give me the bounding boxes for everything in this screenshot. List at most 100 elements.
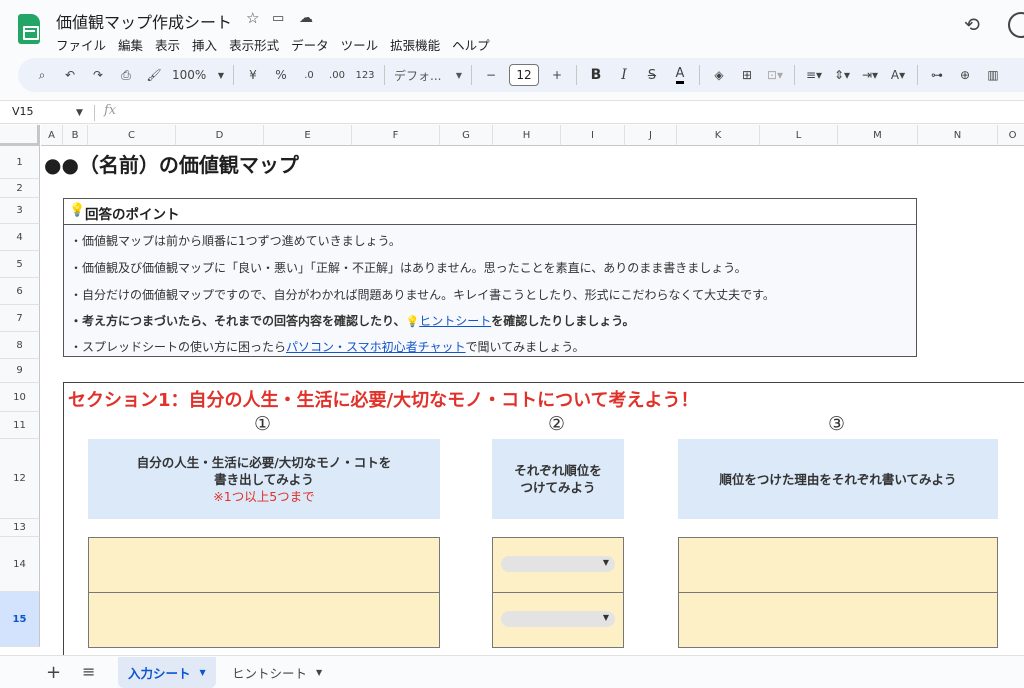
column-header[interactable]: M: [838, 125, 918, 146]
lightbulb-icon: 💡: [69, 203, 86, 218]
row-header[interactable]: 3: [0, 198, 40, 224]
merge-cells-icon[interactable]: ⊡▾: [761, 62, 789, 88]
row-header[interactable]: 9: [0, 359, 40, 383]
answer-points-box: 💡 回答のポイント ・価値観マップは前から順番に1つずつ進めていきましょう。 ・…: [63, 198, 917, 357]
insert-link-icon[interactable]: ⊶: [923, 62, 951, 88]
search-menus-icon[interactable]: ⌕: [28, 62, 56, 88]
column-header[interactable]: A: [41, 125, 63, 146]
row-header[interactable]: 4: [0, 224, 40, 251]
insert-chart-icon[interactable]: ▥: [979, 62, 1007, 88]
reason-cell[interactable]: [678, 592, 998, 648]
zoom-select[interactable]: 100% ▼: [168, 62, 228, 88]
row-header[interactable]: 14: [0, 537, 40, 592]
account-avatar-icon[interactable]: [1008, 12, 1024, 38]
chevron-down-icon[interactable]: ▼: [76, 108, 83, 118]
percent-format-button[interactable]: %: [267, 62, 295, 88]
column-header[interactable]: C: [88, 125, 176, 146]
font-family-select[interactable]: デフォ... ▼: [390, 62, 466, 88]
font-size-input[interactable]: 12: [509, 64, 539, 86]
increase-decimal-button[interactable]: .00: [323, 62, 351, 88]
select-all-corner[interactable]: [0, 125, 40, 146]
increase-font-size-button[interactable]: +: [543, 62, 571, 88]
menu-insert[interactable]: 挿入: [186, 33, 223, 56]
cloud-status-icon[interactable]: ☁: [299, 10, 313, 26]
column-header[interactable]: L: [760, 125, 838, 146]
row-header[interactable]: 5: [0, 251, 40, 278]
row-header[interactable]: 12: [0, 439, 40, 519]
column-header[interactable]: D: [176, 125, 264, 146]
rank-cell[interactable]: [492, 537, 624, 593]
beginner-chat-link[interactable]: パソコン・スマホ初心者チャット: [286, 340, 466, 354]
row-header[interactable]: 7: [0, 305, 40, 332]
chevron-down-icon[interactable]: ▼: [200, 668, 206, 677]
all-sheets-menu-icon[interactable]: ≡: [82, 662, 95, 681]
history-icon[interactable]: ⟲: [964, 14, 986, 36]
text-rotation-icon[interactable]: A▾: [884, 62, 912, 88]
column-header[interactable]: N: [918, 125, 998, 146]
fill-color-icon[interactable]: ◈: [705, 62, 733, 88]
insert-comment-icon[interactable]: ⊕: [951, 62, 979, 88]
tab-hint-sheet[interactable]: ヒントシート ▼: [222, 657, 332, 688]
row-header[interactable]: 6: [0, 278, 40, 305]
menu-help[interactable]: ヘルプ: [446, 33, 496, 56]
sheet-content[interactable]: ●●（名前）の価値観マップ 💡 回答のポイント ・価値観マップは前から順番に1つ…: [41, 146, 1024, 655]
rank-cell[interactable]: [492, 592, 624, 648]
row-header[interactable]: 2: [0, 179, 40, 198]
print-icon[interactable]: ⎙: [112, 62, 140, 88]
borders-icon[interactable]: ⊞: [733, 62, 761, 88]
row-header-selected[interactable]: 15: [0, 592, 40, 647]
text-wrapping-icon[interactable]: ⇥▾: [856, 62, 884, 88]
folder-move-icon[interactable]: ▭: [272, 11, 284, 26]
menu-format[interactable]: 表示形式: [223, 33, 285, 56]
column-header[interactable]: K: [677, 125, 760, 146]
column-header[interactable]: E: [264, 125, 352, 146]
vertical-align-icon[interactable]: ⇕▾: [828, 62, 856, 88]
row-header[interactable]: 11: [0, 412, 40, 439]
undo-icon[interactable]: ↶: [56, 62, 84, 88]
answer-cell-item[interactable]: [88, 592, 440, 648]
menu-file[interactable]: ファイル: [50, 33, 112, 56]
add-sheet-icon[interactable]: +: [46, 662, 61, 683]
row-header[interactable]: 10: [0, 383, 40, 412]
horizontal-align-icon[interactable]: ≡▾: [800, 62, 828, 88]
column-header[interactable]: O: [998, 125, 1024, 146]
paint-format-icon[interactable]: 🖌: [140, 62, 168, 88]
document-title[interactable]: 価値観マップ作成シート: [56, 9, 232, 33]
column-header[interactable]: J: [625, 125, 677, 146]
tab-input-sheet[interactable]: 入力シート ▼: [118, 657, 216, 688]
sheets-logo-icon[interactable]: [18, 14, 40, 44]
row-header[interactable]: 1: [0, 146, 40, 179]
currency-format-button[interactable]: ¥: [239, 62, 267, 88]
name-box[interactable]: V15: [12, 105, 82, 118]
column-header[interactable]: G: [440, 125, 493, 146]
decrease-font-size-button[interactable]: −: [477, 62, 505, 88]
row-header[interactable]: 13: [0, 519, 40, 537]
star-icon[interactable]: ☆: [246, 9, 259, 27]
menu-tools[interactable]: ツール: [335, 33, 385, 56]
menu-edit[interactable]: 編集: [112, 33, 149, 56]
redo-icon[interactable]: ↷: [84, 62, 112, 88]
answer-cell-item[interactable]: [88, 537, 440, 593]
chevron-down-icon[interactable]: ▼: [316, 668, 322, 677]
column-header[interactable]: H: [493, 125, 561, 146]
lightbulb-icon: 💡: [405, 315, 420, 328]
text-color-icon[interactable]: A: [666, 62, 694, 88]
menu-data[interactable]: データ: [285, 33, 335, 56]
menu-view[interactable]: 表示: [149, 33, 186, 56]
strikethrough-icon[interactable]: S: [638, 62, 666, 88]
column-header[interactable]: B: [63, 125, 88, 146]
rank-dropdown[interactable]: [501, 611, 615, 627]
rank-dropdown[interactable]: [501, 556, 615, 572]
sheet-grid[interactable]: A B C D E F G H I J K L M N O 1 2 3 4 5 …: [0, 125, 1024, 655]
bold-icon[interactable]: B: [582, 62, 610, 88]
column-header[interactable]: F: [352, 125, 440, 146]
more-formats-button[interactable]: 123: [351, 62, 379, 88]
section1-box: セクション1：自分の人生・生活に必要/大切なモノ・コトについて考えよう！ ① ②…: [63, 382, 1024, 655]
italic-icon[interactable]: I: [610, 62, 638, 88]
row-header[interactable]: 8: [0, 332, 40, 359]
column-header[interactable]: I: [561, 125, 625, 146]
reason-cell[interactable]: [678, 537, 998, 593]
decrease-decimal-button[interactable]: .0: [295, 62, 323, 88]
menu-extensions[interactable]: 拡張機能: [384, 33, 446, 56]
hint-sheet-link[interactable]: ヒントシート: [419, 314, 491, 328]
